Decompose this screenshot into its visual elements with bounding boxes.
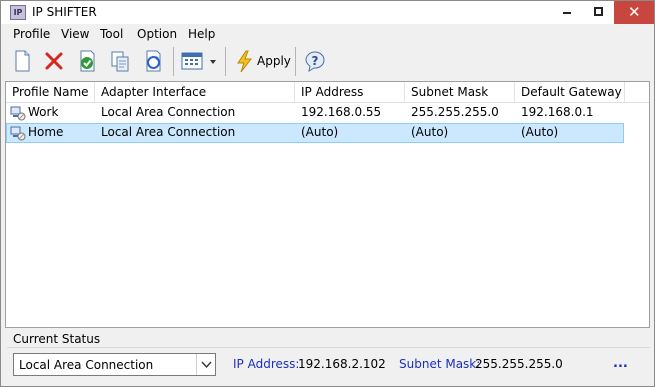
svg-text:?: ? [312, 54, 319, 68]
cell-adapter: Local Area Connection [101, 125, 236, 139]
list-header: Profile Name Adapter Interface IP Addres… [6, 82, 649, 103]
view-grid-icon [181, 52, 216, 70]
table-row[interactable]: Work Local Area Connection 192.168.0.55 … [6, 103, 624, 123]
column-header-adapter-interface[interactable]: Adapter Interface [95, 82, 295, 103]
toolbar: Apply ? [1, 44, 654, 79]
cell-adapter: Local Area Connection [101, 105, 236, 119]
help-icon: ? [305, 51, 325, 73]
minimize-icon [563, 12, 571, 14]
app-logo-icon: IP [10, 5, 26, 20]
adapter-select-value: Local Area Connection [19, 358, 154, 372]
subnet-mask-label: Subnet Mask: [399, 357, 481, 371]
adapter-select-dropdown[interactable] [196, 354, 215, 375]
table-row[interactable]: Home Local Area Connection (Auto) (Auto)… [6, 123, 624, 143]
cell-gateway: (Auto) [521, 125, 559, 139]
cell-profile-name: Home [28, 125, 64, 139]
cell-subnet-mask: (Auto) [411, 125, 449, 139]
maximize-button[interactable] [585, 1, 612, 24]
close-icon: ✕ [628, 3, 641, 21]
delete-profile-button[interactable] [41, 48, 67, 74]
ip-address-value: 192.168.2.102 [298, 357, 386, 371]
cell-ip-address: 192.168.0.55 [301, 105, 382, 119]
view-mode-button[interactable] [179, 48, 221, 74]
title-bar: IP IP SHIFTER ✕ [1, 1, 654, 24]
column-header-subnet-mask[interactable]: Subnet Mask [405, 82, 515, 103]
column-header-profile-name[interactable]: Profile Name [6, 82, 95, 103]
new-document-icon [15, 50, 30, 72]
minimize-button[interactable] [553, 1, 580, 24]
subnet-mask-value: 255.255.255.0 [475, 357, 563, 371]
maximize-icon [594, 7, 603, 16]
column-header-ip-address[interactable]: IP Address [295, 82, 405, 103]
app-window: IP IP SHIFTER ✕ Profile View Tool Option… [0, 0, 655, 387]
menu-bar: Profile View Tool Option Help [1, 24, 654, 44]
profile-list: Profile Name Adapter Interface IP Addres… [5, 81, 650, 328]
apply-check-icon [80, 50, 95, 72]
current-status-label: Current Status [13, 332, 101, 346]
copy-profile-button[interactable] [107, 48, 133, 74]
refresh-button[interactable] [140, 48, 166, 74]
menu-view[interactable]: View [61, 27, 89, 41]
window-title: IP SHIFTER [32, 5, 97, 19]
copy-icon [111, 51, 129, 72]
chevron-down-icon [201, 361, 212, 369]
column-header-default-gateway[interactable]: Default Gateway [515, 82, 625, 103]
more-details-link[interactable]: ... [613, 356, 628, 371]
menu-tool[interactable]: Tool [100, 27, 123, 41]
toolbar-separator [225, 47, 226, 76]
new-profile-button[interactable] [9, 48, 35, 74]
toolbar-separator [173, 47, 174, 76]
status-divider [7, 347, 650, 348]
cell-ip-address: (Auto) [301, 125, 339, 139]
apply-lightning-icon [237, 50, 253, 73]
menu-profile[interactable]: Profile [13, 27, 50, 41]
adapter-select[interactable]: Local Area Connection [13, 353, 216, 376]
toolbar-separator [295, 47, 296, 76]
delete-x-icon [45, 52, 63, 70]
refresh-icon [146, 50, 161, 72]
apply-button-label[interactable]: Apply [257, 54, 291, 68]
ip-address-label: IP Address: [233, 357, 300, 371]
menu-option[interactable]: Option [137, 27, 177, 41]
menu-help[interactable]: Help [188, 27, 215, 41]
cell-profile-name: Work [28, 105, 59, 119]
activate-profile-button[interactable] [74, 48, 100, 74]
cell-subnet-mask: 255.255.255.0 [411, 105, 499, 119]
cell-gateway: 192.168.0.1 [521, 105, 594, 119]
help-button[interactable]: ? [302, 48, 328, 74]
close-button[interactable]: ✕ [614, 1, 654, 24]
